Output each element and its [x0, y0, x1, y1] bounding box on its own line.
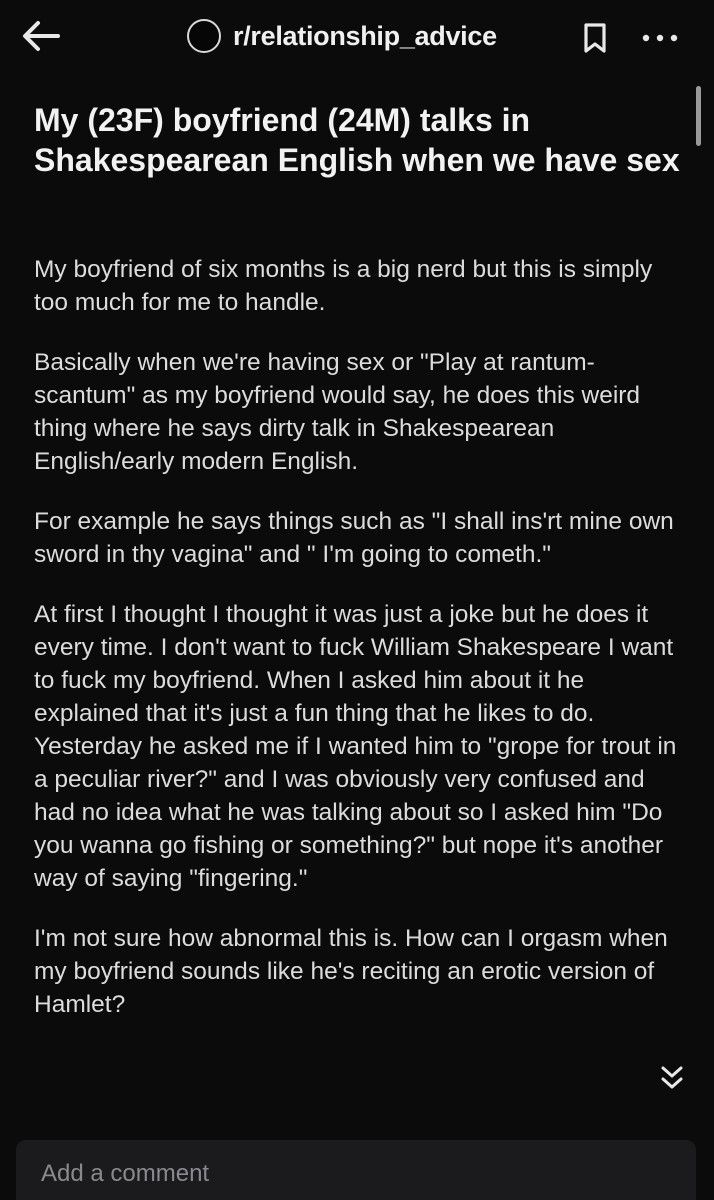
arrow-left-icon	[23, 21, 60, 51]
post-paragraph: I'm not sure how abnormal this is. How c…	[34, 925, 668, 1018]
bookmark-button[interactable]	[577, 20, 613, 56]
comment-placeholder: Add a comment	[41, 1160, 210, 1187]
subreddit-name[interactable]: r/relationship_advice	[233, 17, 497, 55]
post-paragraph: For example he says things such as "I sh…	[34, 508, 674, 568]
add-comment-field[interactable]: Add a comment	[16, 1140, 696, 1200]
more-options-button[interactable]	[636, 20, 686, 56]
expand-post-button[interactable]	[652, 1060, 692, 1096]
post-paragraph: At first I thought I thought it was just…	[34, 601, 677, 892]
post-title: My (23F) boyfriend (24M) talks in Shakes…	[34, 102, 680, 178]
top-bar: r/relationship_advice	[0, 0, 714, 80]
post-body: My boyfriend of six months is a big nerd…	[34, 253, 686, 1048]
bookmark-icon	[584, 23, 606, 53]
post-paragraph: My boyfriend of six months is a big nerd…	[34, 256, 653, 316]
more-dots-icon	[642, 34, 678, 42]
subreddit-avatar[interactable]	[187, 19, 221, 53]
back-button[interactable]	[18, 16, 64, 56]
double-chevron-down-icon	[661, 1066, 683, 1089]
post-paragraph: Basically when we're having sex or "Play…	[34, 349, 641, 475]
scrollbar[interactable]	[696, 86, 701, 146]
